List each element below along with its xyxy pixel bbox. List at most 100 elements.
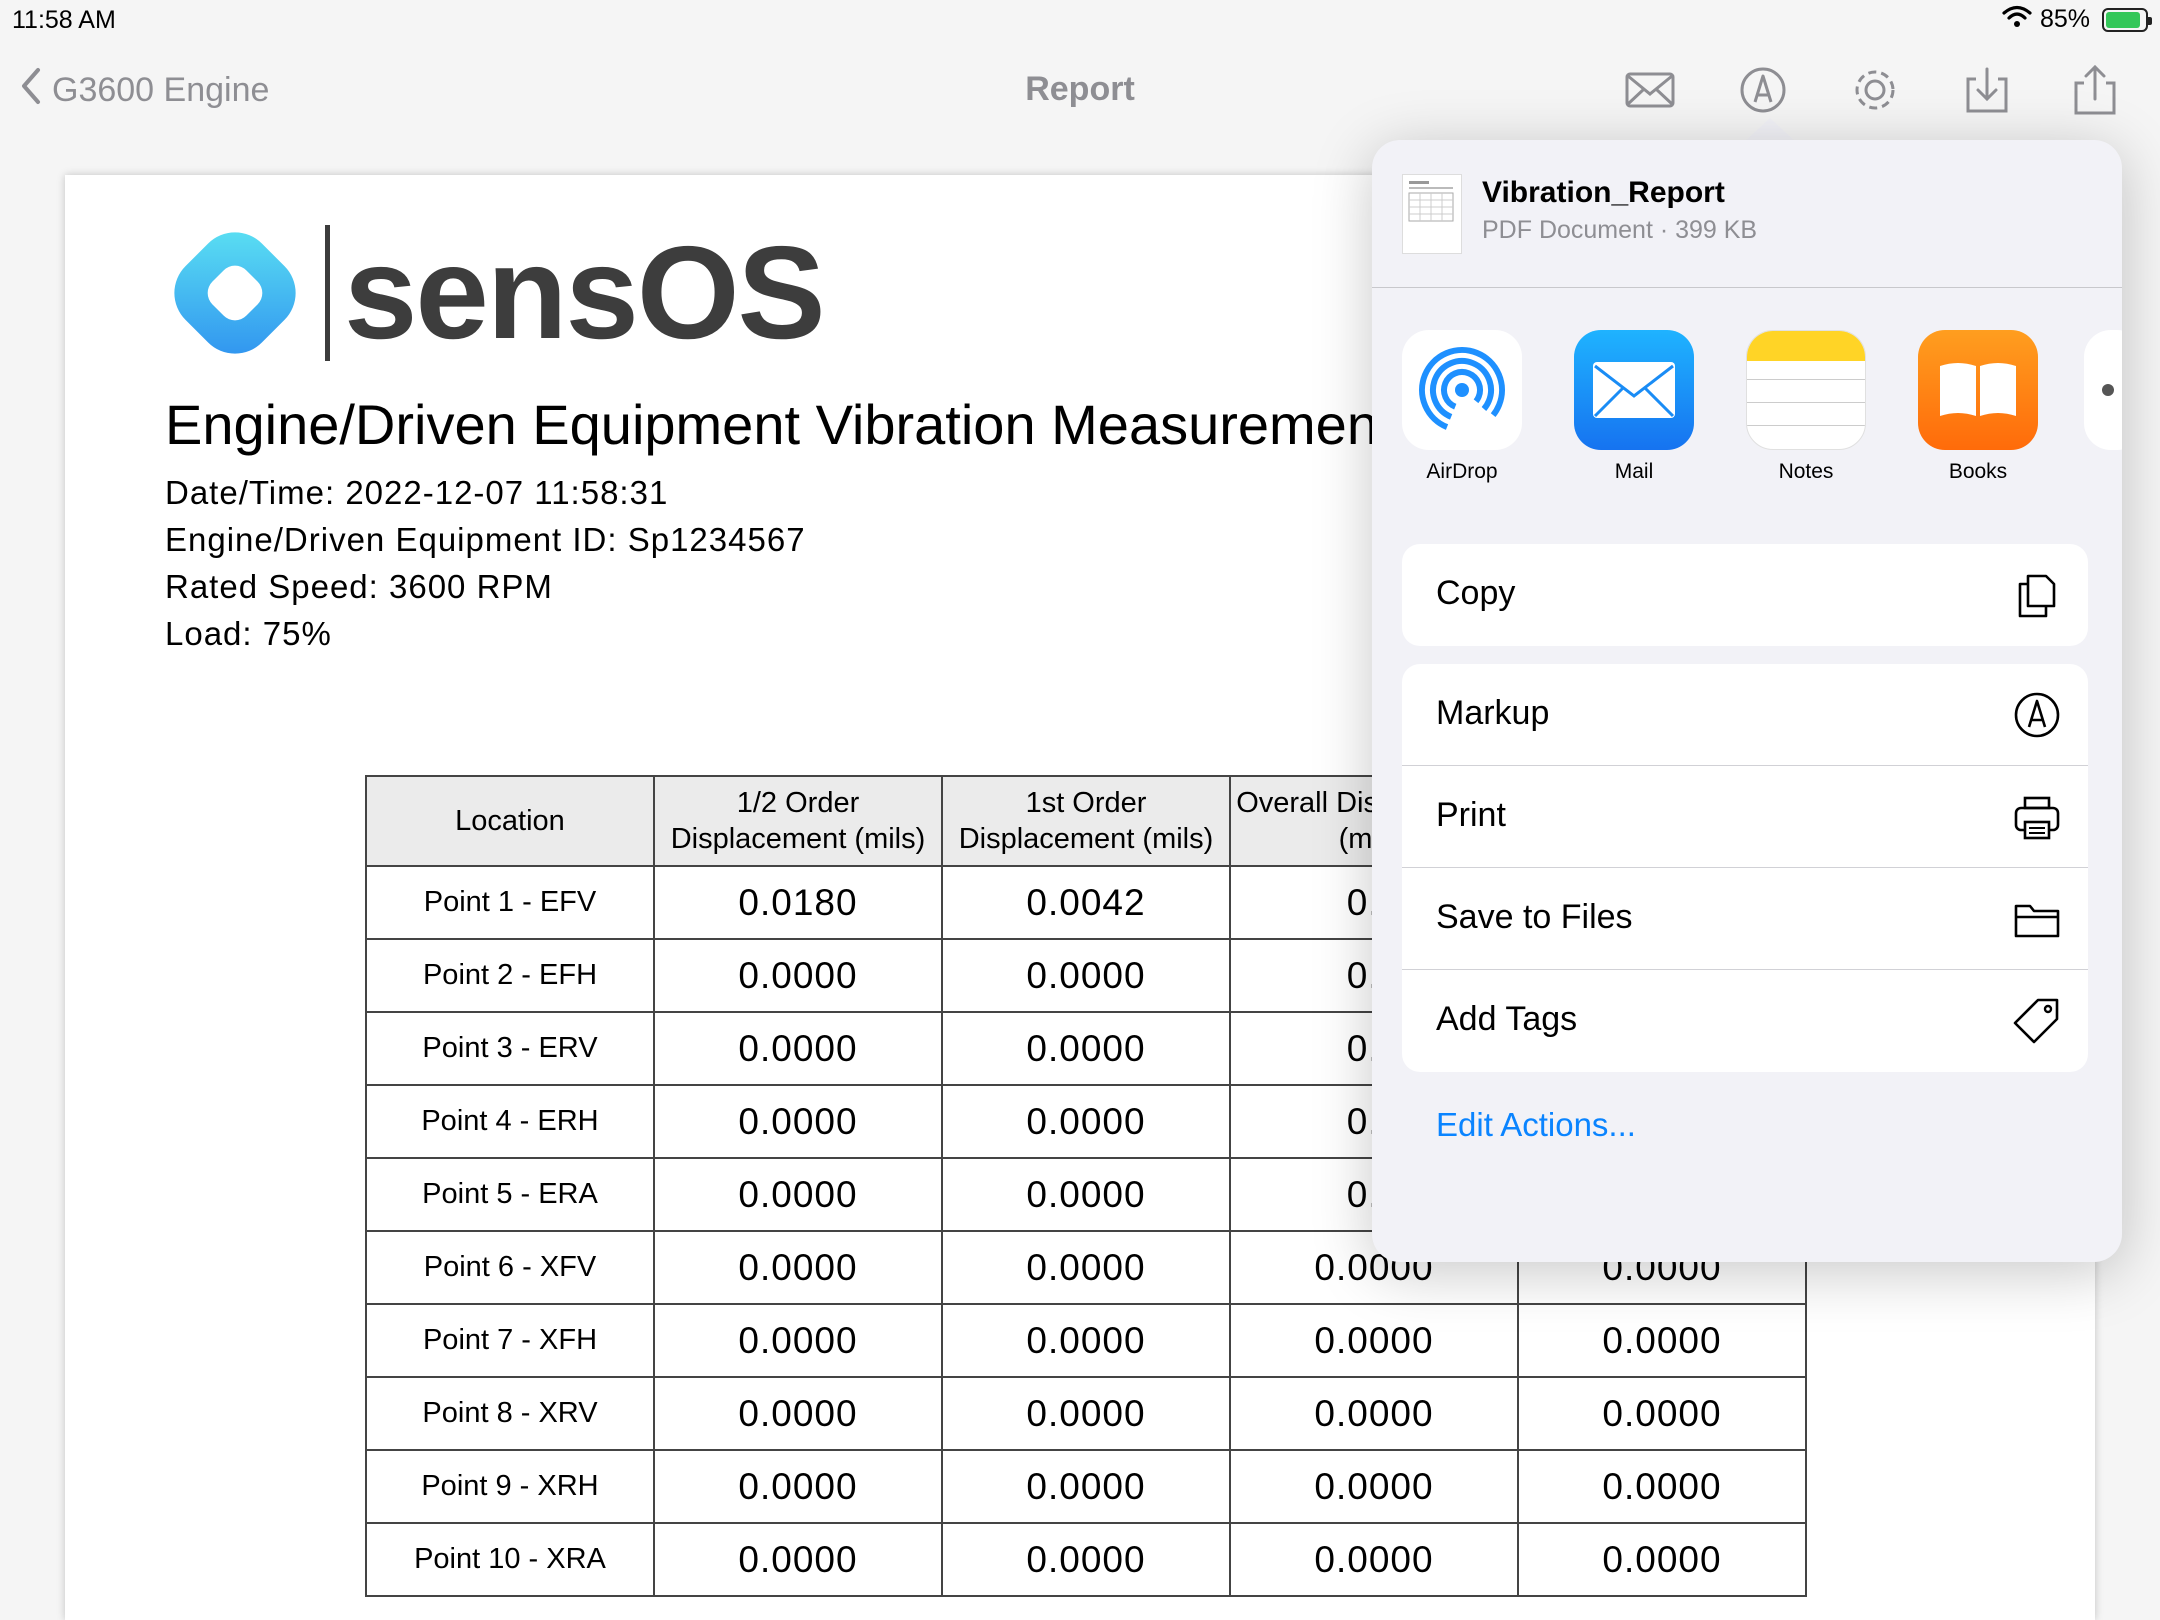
share-icon[interactable] (2065, 60, 2125, 120)
pdf-thumbnail (1402, 174, 1462, 254)
report-load: Load: 75% (165, 615, 332, 652)
value-cell: 0.0000 (1229, 1522, 1519, 1597)
value-cell: 0.0000 (1517, 1376, 1807, 1451)
value-cell: 0.0000 (653, 1084, 943, 1159)
save-to-files-label: Save to Files (1436, 898, 1633, 936)
sensos-logo: sensOS (165, 219, 826, 366)
value-cell: 0.0042 (941, 865, 1231, 940)
value-cell: 0.0000 (941, 1011, 1231, 1086)
mail-icon (1574, 330, 1694, 450)
location-cell: Point 9 - XRH (365, 1449, 655, 1524)
app-label: Mail (1614, 460, 1654, 483)
value-cell: 0.0000 (1229, 1376, 1519, 1451)
value-cell: 0.0000 (941, 1084, 1231, 1159)
location-cell: Point 7 - XFH (365, 1303, 655, 1378)
value-cell: 0.0000 (653, 1157, 943, 1232)
location-cell: Point 8 - XRV (365, 1376, 655, 1451)
value-cell: 0.0000 (941, 1522, 1231, 1597)
share-header: Vibration_Report PDF Document · 399 KB (1372, 140, 2122, 288)
app-label: AirDrop (1426, 460, 1498, 483)
value-cell: 0.0000 (653, 1522, 943, 1597)
value-cell: 0.0000 (941, 1449, 1231, 1524)
nav-title: Report (1025, 70, 1135, 108)
books-icon (1918, 330, 2038, 450)
airdrop-icon (1402, 330, 1522, 450)
value-cell: 0.0000 (653, 1303, 943, 1378)
battery-icon (2102, 7, 2152, 32)
table-header-cell: 1st Order Displacement (mils) (941, 775, 1231, 867)
share-app-notes[interactable]: Notes (1736, 330, 1876, 484)
markup-icon (2010, 688, 2064, 742)
status-time: 11:58 AM (12, 6, 116, 34)
print-action[interactable]: Print (1402, 766, 2088, 868)
save-to-files-action[interactable]: Save to Files (1402, 868, 2088, 970)
folder-icon (2010, 892, 2064, 946)
sensos-logo-icon (174, 232, 296, 354)
envelope-icon[interactable] (1620, 60, 1680, 120)
actions-group: Markup Print Save to Files Add Tags (1402, 664, 2088, 1072)
share-app-books[interactable]: Books (1908, 330, 2048, 484)
location-cell: Point 2 - EFH (365, 938, 655, 1013)
logo-text: sensOS (344, 219, 826, 366)
value-cell: 0.0000 (653, 1449, 943, 1524)
share-app-row: AirDrop Mail Notes Books (1372, 330, 2122, 510)
add-tags-action[interactable]: Add Tags (1402, 970, 2088, 1072)
share-app-more[interactable] (2084, 330, 2122, 450)
printer-icon (2010, 790, 2064, 844)
value-cell: 0.0000 (1517, 1303, 1807, 1378)
markup-pen-icon[interactable] (1733, 60, 1793, 120)
value-cell: 0.0000 (941, 1376, 1231, 1451)
report-equipment-id: Engine/Driven Equipment ID: Sp1234567 (165, 521, 806, 558)
value-cell: 0.0000 (941, 1157, 1231, 1232)
location-cell: Point 4 - ERH (365, 1084, 655, 1159)
wifi-icon (2002, 4, 2032, 35)
table-row: Point 9 - XRH 0.0000 0.0000 0.0000 0.0000 (365, 1449, 1807, 1524)
table-row: Point 10 - XRA 0.0000 0.0000 0.0000 0.0000 (365, 1522, 1807, 1597)
value-cell: 0.0000 (941, 1230, 1231, 1305)
value-cell: 0.0000 (653, 1376, 943, 1451)
copy-group: Copy (1402, 544, 2088, 646)
value-cell: 0.0000 (653, 1011, 943, 1086)
status-bar: 11:58 AM 85% (0, 0, 2160, 40)
share-app-airdrop[interactable]: AirDrop (1392, 330, 1532, 484)
print-label: Print (1436, 796, 1506, 834)
notes-icon (1746, 330, 1866, 450)
location-cell: Point 6 - XFV (365, 1230, 655, 1305)
value-cell: 0.0000 (1517, 1522, 1807, 1597)
app-label: Books (1948, 460, 2008, 483)
report-datetime: Date/Time: 2022-12-07 11:58:31 (165, 474, 669, 511)
table-row: Point 7 - XFH 0.0000 0.0000 0.0000 0.0000 (365, 1303, 1807, 1378)
report-rated-speed: Rated Speed: 3600 RPM (165, 568, 553, 605)
nav-bar: G3600 Engine Report (0, 40, 2160, 140)
markup-label: Markup (1436, 694, 1550, 732)
table-row: Point 8 - XRV 0.0000 0.0000 0.0000 0.0000 (365, 1376, 1807, 1451)
copy-label: Copy (1436, 574, 1516, 612)
edit-actions-link[interactable]: Edit Actions... (1436, 1106, 1636, 1144)
value-cell: 0.0000 (941, 1303, 1231, 1378)
more-app-icon (2084, 330, 2122, 450)
value-cell: 0.0000 (1229, 1303, 1519, 1378)
location-cell: Point 5 - ERA (365, 1157, 655, 1232)
file-name: Vibration_Report (1482, 176, 1725, 209)
value-cell: 0.0000 (941, 938, 1231, 1013)
battery-percent: 85% (2039, 5, 2090, 33)
markup-action[interactable]: Markup (1402, 664, 2088, 766)
copy-action[interactable]: Copy (1402, 544, 2088, 646)
share-app-mail[interactable]: Mail (1564, 330, 1704, 484)
table-header-cell: Location (365, 775, 655, 867)
gear-icon[interactable] (1845, 60, 1905, 120)
value-cell: 0.0000 (653, 1230, 943, 1305)
tag-icon (2010, 994, 2064, 1048)
value-cell: 0.0180 (653, 865, 943, 940)
download-icon[interactable] (1957, 60, 2017, 120)
value-cell: 0.0000 (653, 938, 943, 1013)
report-title: Engine/Driven Equipment Vibration Measur… (165, 393, 1394, 456)
status-right: 85% (2002, 4, 2152, 35)
table-header-cell: 1/2 Order Displacement (mils) (653, 775, 943, 867)
file-meta: PDF Document · 399 KB (1482, 216, 1758, 244)
location-cell: Point 1 - EFV (365, 865, 655, 940)
value-cell: 0.0000 (1517, 1449, 1807, 1524)
share-sheet: Vibration_Report PDF Document · 399 KB A… (1372, 140, 2122, 1262)
location-cell: Point 10 - XRA (365, 1522, 655, 1597)
location-cell: Point 3 - ERV (365, 1011, 655, 1086)
